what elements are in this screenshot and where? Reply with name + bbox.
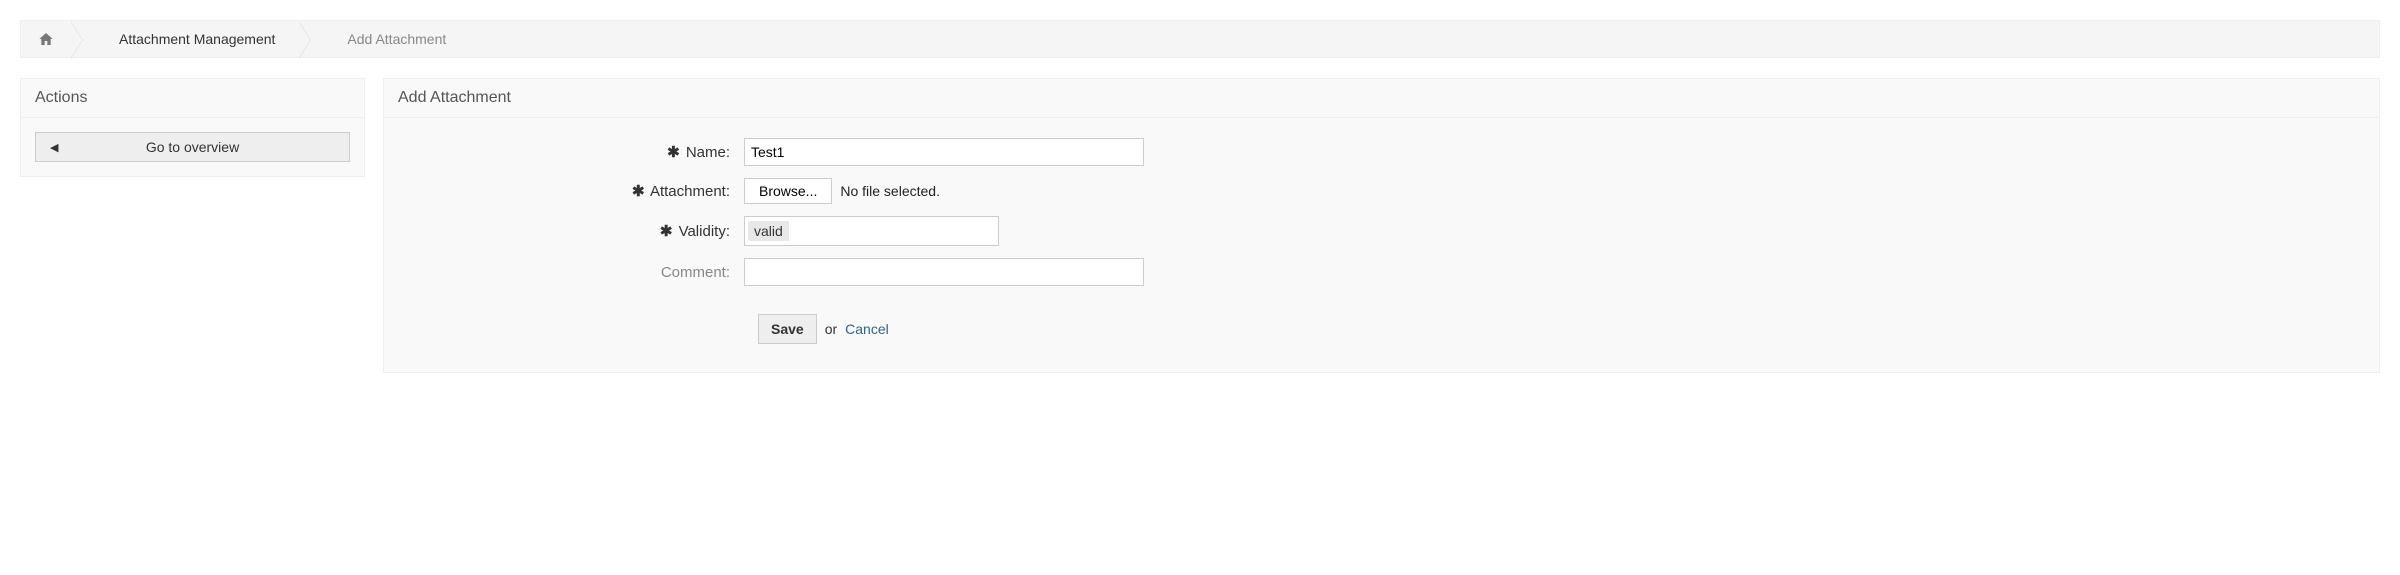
- browse-button[interactable]: Browse...: [744, 178, 832, 204]
- chevron-right-icon: [299, 21, 319, 57]
- validity-tag: valid: [748, 221, 789, 241]
- required-icon: ✱: [667, 144, 680, 161]
- go-to-overview-label: Go to overview: [146, 139, 239, 155]
- file-status-text: No file selected.: [840, 183, 940, 199]
- home-icon: [37, 31, 55, 47]
- add-attachment-panel: Add Attachment ✱ Name: ✱ Attachment: Bro…: [383, 78, 2380, 373]
- comment-label: Comment:: [404, 264, 744, 281]
- validity-input[interactable]: valid: [744, 216, 999, 246]
- or-text: or: [825, 321, 837, 337]
- cancel-link[interactable]: Cancel: [845, 321, 889, 337]
- name-input[interactable]: [744, 138, 1144, 166]
- actions-title: Actions: [21, 79, 364, 118]
- panel-title: Add Attachment: [384, 79, 2379, 118]
- comment-input[interactable]: [744, 258, 1144, 286]
- required-icon: ✱: [632, 183, 645, 200]
- save-button[interactable]: Save: [758, 314, 817, 344]
- row-validity: ✱ Validity: valid: [404, 216, 2359, 246]
- name-label: ✱ Name:: [404, 143, 744, 161]
- breadcrumb-home[interactable]: [21, 21, 71, 57]
- breadcrumb-management[interactable]: Attachment Management: [91, 21, 299, 57]
- row-attachment: ✱ Attachment: Browse... No file selected…: [404, 178, 2359, 204]
- go-to-overview-button[interactable]: ◀ Go to overview: [35, 132, 350, 162]
- attachment-label: ✱ Attachment:: [404, 182, 744, 200]
- validity-label: ✱ Validity:: [404, 222, 744, 240]
- form-actions: Save or Cancel: [758, 314, 2359, 344]
- actions-panel: Actions ◀ Go to overview: [20, 78, 365, 177]
- caret-left-icon: ◀: [50, 141, 58, 154]
- chevron-right-icon: [71, 21, 91, 57]
- breadcrumb-current: Add Attachment: [319, 21, 470, 57]
- required-icon: ✱: [660, 223, 673, 240]
- breadcrumb: Attachment Management Add Attachment: [20, 20, 2380, 58]
- row-name: ✱ Name:: [404, 138, 2359, 166]
- row-comment: Comment:: [404, 258, 2359, 286]
